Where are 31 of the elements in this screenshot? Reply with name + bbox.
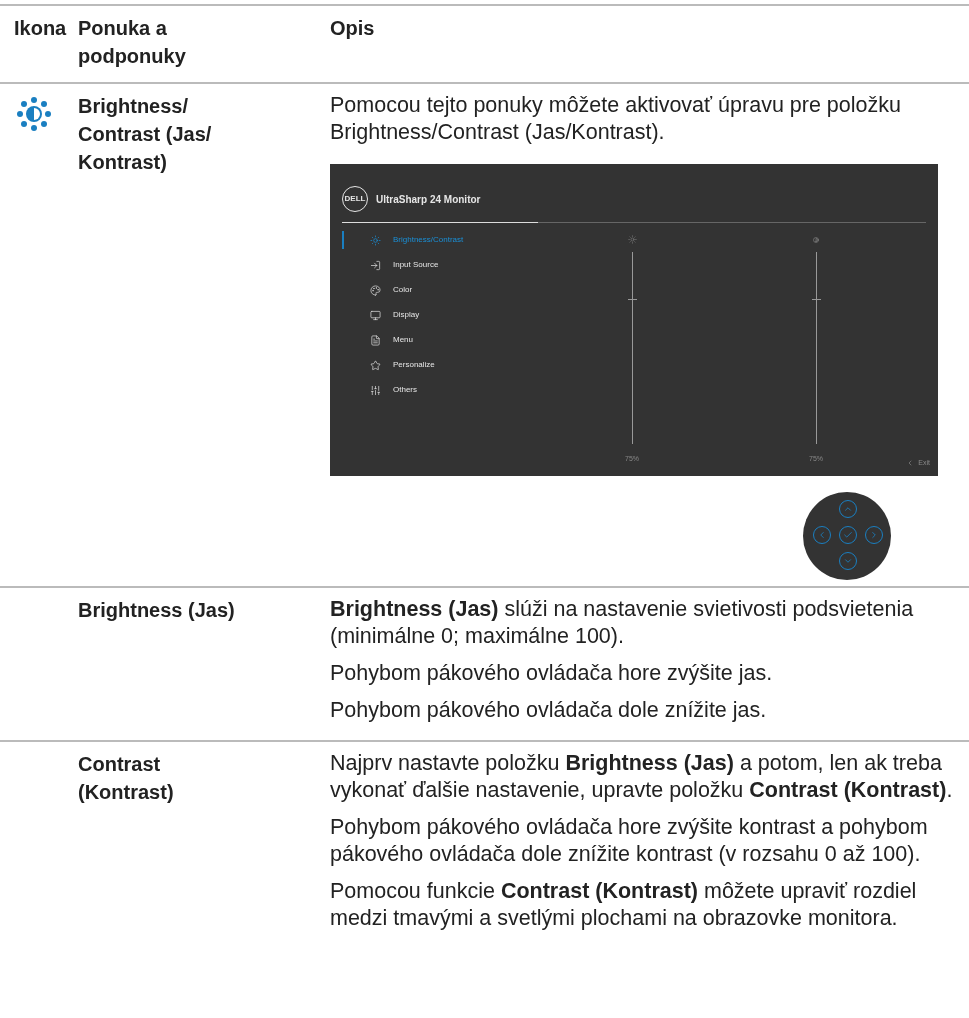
- document-icon: [370, 334, 381, 346]
- description-text: Pohybom pákového ovládača dole znížite jas.: [330, 697, 768, 724]
- star-icon: [370, 359, 381, 371]
- sliders-icon: [370, 384, 381, 396]
- menu-name: Brightness (Jas): [78, 598, 236, 623]
- contrast-icon: [813, 236, 819, 243]
- description-text: Brightness (Jas) slúži na nastavenie svietivosti podsvietenia (minimálne 0; maximálne 100).: [330, 596, 915, 650]
- menu-item[interactable]: Others: [342, 381, 620, 399]
- menu-item[interactable]: Brightness/Contrast: [342, 231, 620, 249]
- description-text: Pomocou tejto ponuky môžete aktivovať úpravu pre položku Brightness/Contrast (Jas/Kontrast).: [330, 92, 902, 146]
- sun-icon: [370, 234, 381, 246]
- enter-icon: [370, 259, 381, 271]
- description-text: Pomocou funkcie Contrast (Kontrast) môžete upraviť rozdiel medzi tmavými a svetlými plochami na obrazovke monitora.: [330, 878, 918, 932]
- palette-icon: [370, 284, 381, 296]
- menu-item[interactable]: Personalize: [342, 356, 620, 374]
- menu-item[interactable]: Display: [342, 306, 620, 324]
- monitor-title: UltraSharp 24 Monitor: [376, 192, 481, 207]
- description-text: Pohybom pákového ovládača hore zvýšite kontrast a pohybom pákového ovládača dole znížite kontrast (v rozsahu 0 až 100).: [330, 814, 929, 868]
- description-text: Pohybom pákového ovládača hore zvýšite jas.: [330, 660, 774, 687]
- menu-name: Brightness/ Contrast (Jas/ Kontrast): [78, 94, 213, 175]
- column-header: Ikona: [14, 17, 67, 39]
- menu-item[interactable]: Menu: [342, 331, 620, 349]
- column-header: Opis: [330, 17, 375, 39]
- menu-item[interactable]: Color: [342, 281, 620, 299]
- monitor-icon: [370, 309, 381, 321]
- menu-item[interactable]: Input Source: [342, 256, 620, 274]
- brightness-icon: [16, 96, 52, 132]
- description-text: Najprv nastavte položku Brightness (Jas) a potom, len ak treba vykonať ďalšie nastavenie, upravte položku Contrast (Kontrast).: [330, 750, 954, 804]
- menu-name: Contrast (Kontrast): [78, 752, 175, 805]
- sun-icon: [627, 235, 637, 244]
- column-header: Ponuka a podponuky: [78, 17, 186, 67]
